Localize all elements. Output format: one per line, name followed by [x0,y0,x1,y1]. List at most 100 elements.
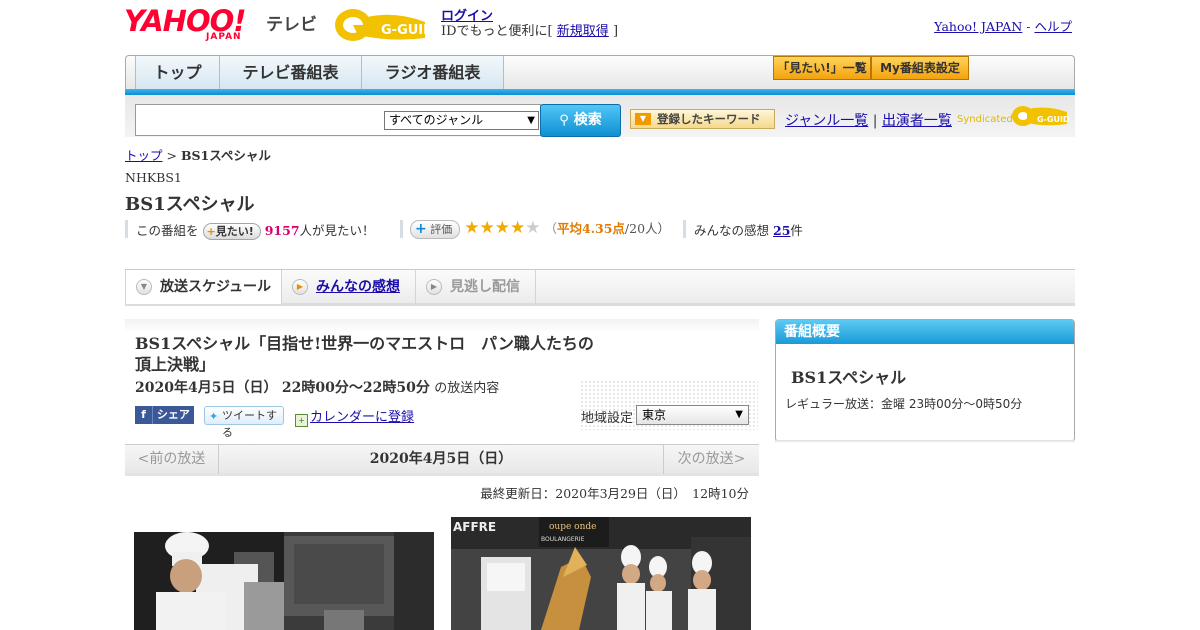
yahoo-japan-logo[interactable]: YAHOO! JAPAN [124,6,264,42]
prev-broadcast-button[interactable]: <前の放送 [125,445,219,474]
mitai-suffix: 人が見たい！ [299,223,375,238]
breadcrumb-top-link[interactable]: トップ [125,148,163,163]
login-note: IDでもっと便利に[ 新規取得 ] [441,20,618,39]
rating-stars: ★★★★★ [464,218,541,238]
rating-average: 平均4.35点 [556,221,625,236]
calendar-icon: + [295,414,308,427]
kansou-stat: みんなの感想 25件 [694,220,803,239]
rate-button-label: 評価 [430,223,453,236]
tweet-button[interactable]: ✦ ツイートする [204,406,284,439]
syndicated-gguide-logo: Syndicated G-GUIDE [957,103,1075,129]
channel-name: NHKBS1 [125,170,182,185]
tab-schedule[interactable]: ▼ 放送スケジュール [125,270,282,304]
mitai-prefix: この番組を [136,223,199,238]
last-updated: 最終更新日：2020年3月29日（日） 12時10分 [480,486,749,501]
star-icon: ★ [479,218,495,238]
tab-missed-stream[interactable]: ▶ 見逃し配信 [416,270,536,304]
star-icon: ★ [509,218,526,238]
mitai-stat: この番組を +見たい! 9157人が見たい！ [136,220,375,240]
breadcrumb: トップ > BS1スペシャル [125,145,271,164]
photo-sign-left: AFFRE [453,520,496,534]
broadcast-pager: <前の放送 2020年4月5日（日） 次の放送> [125,444,759,476]
stat-divider [683,220,686,238]
nav-tab-top[interactable]: トップ [135,56,220,90]
genre-list-link[interactable]: ジャンル一覧 [785,113,868,129]
stat-divider [400,220,403,238]
dropdown-arrow-icon: ▼ [527,115,535,126]
plus-icon: + [415,221,427,237]
summary-title: BS1スペシャル [791,368,907,387]
summary-heading: 番組概要 [776,320,1074,344]
registered-keyword-label: 登録したキーワード [657,112,761,126]
episode-photo-chef-oven [134,532,434,630]
program-stats: この番組を +見たい! 9157人が見たい！ + 評価 ★★★★★ （平均4.3… [125,218,825,240]
region-select[interactable]: 東京 ▼ [636,405,749,425]
chevron-right-icon: ▶ [292,279,308,295]
nav-tab-tv[interactable]: テレビ番組表 [220,56,362,90]
summary-box-shadow [775,440,1075,443]
star-icon: ★ [494,218,510,238]
region-selected-value: 東京 [642,408,667,422]
mitai-list-button[interactable]: 「見たい!」一覧 [773,56,871,80]
facebook-share-button[interactable]: f シェア [135,406,194,424]
star-icon: ★ [464,218,480,238]
registered-keyword-button[interactable]: ▼ 登録したキーワード [630,109,775,129]
summary-regular-schedule: レギュラー放送：金曜 23時00分～0時50分 [785,397,1023,411]
air-time: 22時00分～22時50分 [281,380,430,396]
air-date: 2020年4月5日（日） [135,380,278,396]
tweet-label: ツイートする [222,409,277,439]
episode-photo-bakers-team: AFFRE oupe onde BOULANGERIE [451,517,751,630]
rating-count: /20人） [624,221,671,236]
rate-button[interactable]: + 評価 [410,220,461,239]
facebook-icon: f [135,406,153,424]
plus-icon: + [206,225,216,238]
performer-list-link[interactable]: 出演者一覧 [882,113,952,129]
chevron-right-icon: ▶ [426,279,442,295]
photo-sign-small: BOULANGERIE [541,536,585,543]
my-program-button[interactable]: My番組表設定 [871,56,969,80]
yahoo-japan-link[interactable]: Yahoo! JAPAN [934,19,1022,34]
dropdown-arrow-icon: ▼ [735,409,743,420]
search-icon: ⚲ [559,113,569,128]
signup-link[interactable]: 新規取得 [557,24,609,39]
triangle-down-icon: ▼ [635,113,651,125]
kansou-count-link[interactable]: 25 [773,223,790,238]
stat-divider [125,220,128,238]
search-button[interactable]: ⚲ 検索 [540,104,621,137]
mitai-count: 9157 [264,223,300,238]
facebook-share-label: シェア [156,408,190,421]
calendar-register[interactable]: + カレンダーに登録 [295,406,414,427]
search-links: ジャンル一覧 | 出演者一覧 [785,110,952,130]
star-icon: ★ [525,218,541,238]
next-broadcast-button[interactable]: 次の放送> [663,445,759,474]
rating-open: （ [544,221,557,236]
syndicated-logo-text: G-GUIDE [1037,115,1069,124]
syndicated-label: Syndicated [957,114,1013,125]
header-separator: - [1026,19,1031,34]
header-links: Yahoo! JAPAN - ヘルプ [934,16,1072,35]
program-tabs: ▼ 放送スケジュール ▶ みんなの感想 ▶ 見逃し配信 [125,269,1075,306]
air-datetime: 2020年4月5日（日） 22時00分～22時50分 の放送内容 [135,377,499,397]
nav-tab-radio[interactable]: ラジオ番組表 [362,56,504,90]
genre-select[interactable]: すべてのジャンル ▼ [384,111,539,130]
kansou-label: みんなの感想 [694,223,770,238]
twitter-bird-icon: ✦ [209,410,219,423]
login-note-prefix: IDでもっと便利に[ [441,24,553,39]
gguide-logo[interactable]: G-GUIDE [333,6,443,42]
gguide-logo-text: G-GUIDE [381,23,433,38]
mitai-button[interactable]: +見たい! [202,223,261,240]
search-button-label: 検索 [573,112,602,128]
rating-stat: + 評価 ★★★★★ （平均4.35点/20人） [410,218,670,239]
breadcrumb-current: BS1スペシャル [180,148,271,163]
photo-sign-right: oupe onde [549,522,596,532]
air-suffix: の放送内容 [434,381,500,396]
help-link[interactable]: ヘルプ [1034,19,1072,34]
tab-impressions[interactable]: ▶ みんなの感想 [282,270,416,304]
tab-impressions-label: みんなの感想 [316,279,400,295]
genre-selected-value: すべてのジャンル [389,113,484,127]
region-label: 地域設定 [581,411,634,426]
calendar-link[interactable]: カレンダーに登録 [310,410,414,425]
tab-missed-stream-label: 見逃し配信 [450,279,520,295]
kansou-suffix: 件 [790,223,803,238]
login-note-suffix: ] [612,24,619,39]
